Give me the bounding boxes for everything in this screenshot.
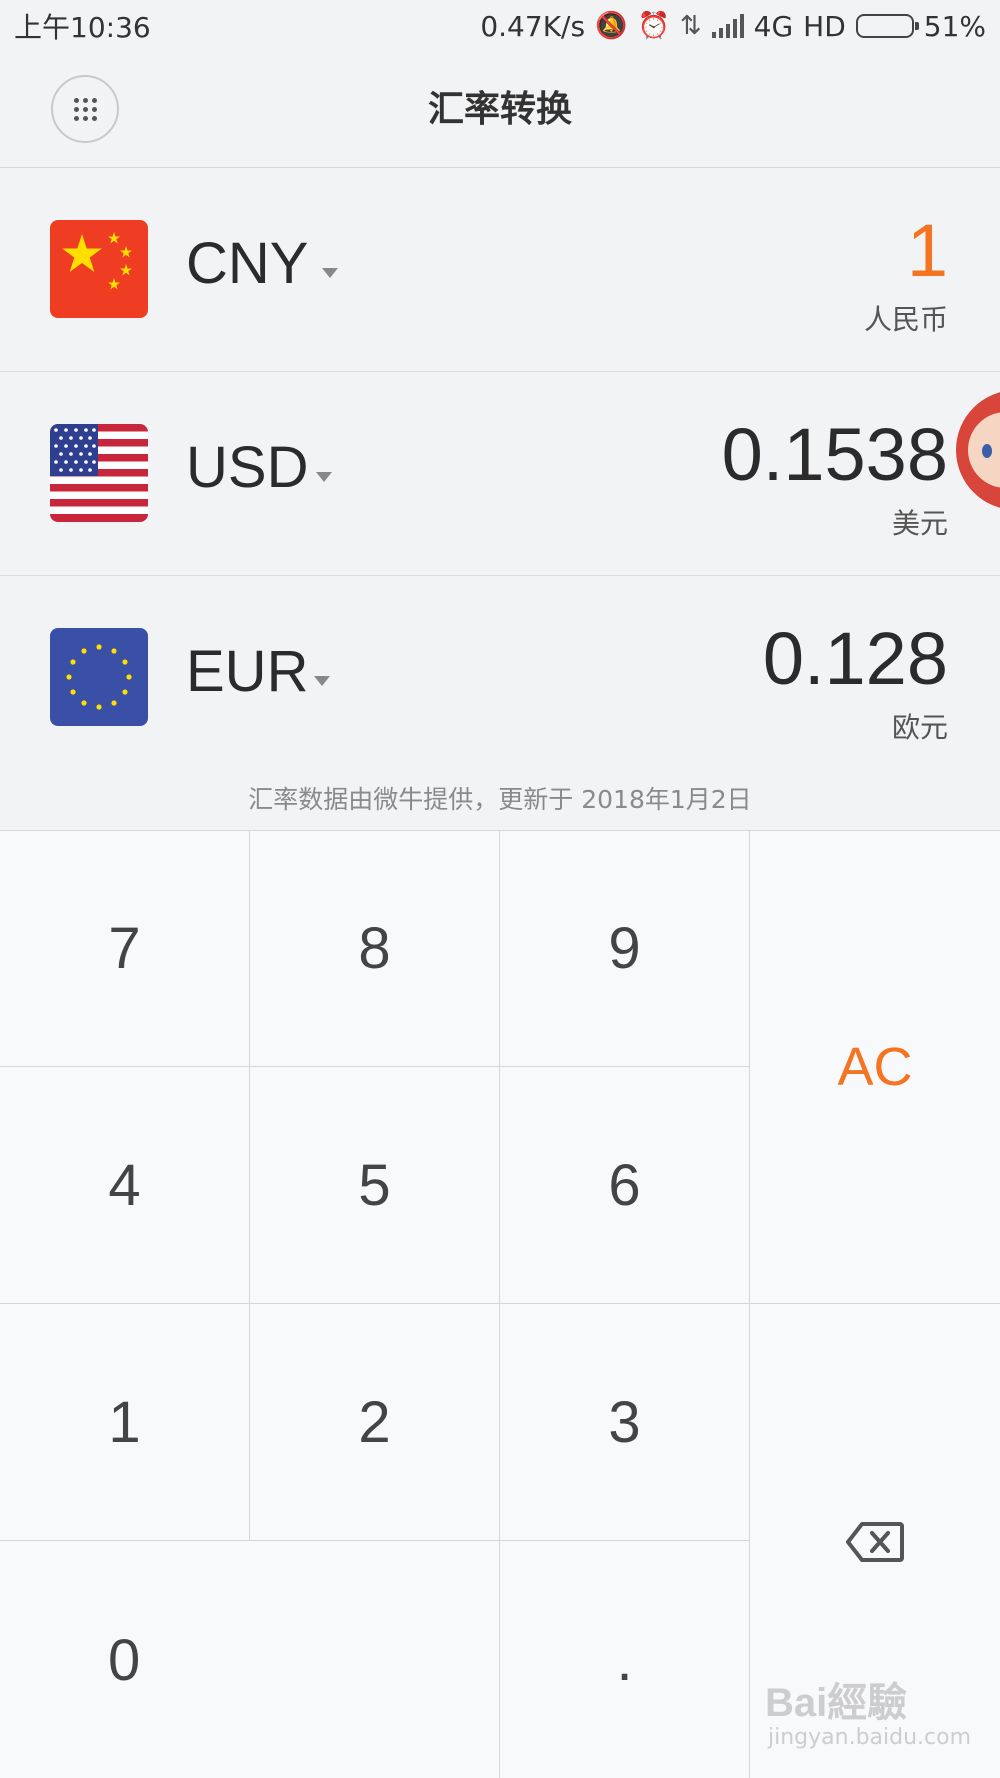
key-5[interactable]: 5 [250,1067,500,1304]
network-type: 4G [753,9,794,43]
key-8[interactable]: 8 [250,831,500,1067]
key-decimal-point[interactable]: . [500,1541,750,1778]
chevron-down-icon[interactable] [322,268,338,278]
key-0[interactable]: 0 [0,1541,500,1778]
rate-source-note: 汇率数据由微牛提供，更新于 2018年1月2日 [248,785,752,814]
china-flag-icon [50,220,148,318]
currency-amount[interactable]: 0.1538 [722,412,948,497]
currency-amount[interactable]: 1 [907,208,948,293]
signal-icon [711,14,744,38]
battery-percent: 51% [923,9,986,43]
currency-row-eur[interactable]: EUR 0.128 欧元 [0,576,1000,780]
currency-row-usd[interactable]: USD 0.1538 美元 [0,372,1000,576]
hd-indicator: HD [803,9,846,43]
currency-name: 美元 [891,507,948,540]
chevron-down-icon[interactable] [316,472,332,482]
currency-code[interactable]: USD [186,434,308,501]
grid-dots-icon [73,97,97,121]
status-bar: 上午10:36 0.47K/s 🔕 ⏰ ⇅ 4G HD 51% [0,0,1000,52]
baidu-watermark: Bai經驗 [765,1681,908,1725]
key-3[interactable]: 3 [500,1304,750,1541]
watermark-url: jingyan.baidu.com [768,1725,972,1750]
currency-row-cny[interactable]: CNY 1 人民币 [0,168,1000,372]
currency-name: 人民币 [863,303,948,336]
net-speed: 0.47K/s [480,9,586,43]
data-transfer-icon: ⇅ [679,11,702,41]
app-header: 汇率转换 [0,52,1000,168]
key-6[interactable]: 6 [500,1067,750,1304]
currency-amount[interactable]: 0.128 [763,616,948,701]
clear-all-button[interactable]: AC [750,831,1000,1304]
chevron-down-icon[interactable] [314,676,330,686]
page-title: 汇率转换 [427,89,572,130]
usa-flag-icon [50,424,148,522]
backspace-icon [846,1521,904,1563]
key-9[interactable]: 9 [500,831,750,1067]
key-7[interactable]: 7 [0,831,250,1067]
status-right: 0.47K/s 🔕 ⏰ ⇅ 4G HD 51% [480,10,986,43]
battery-icon [855,14,919,38]
eu-flag-icon [50,628,148,726]
key-1[interactable]: 1 [0,1304,250,1541]
currency-code[interactable]: EUR [186,638,308,705]
alarm-icon: ⏰ [637,11,670,41]
number-keypad: 7 8 9 4 5 6 1 2 3 0 . AC [0,830,1000,1778]
apps-menu-button[interactable] [51,75,119,143]
currency-code[interactable]: CNY [186,230,308,297]
status-time: 上午10:36 [14,11,151,44]
mute-bell-icon: 🔕 [595,11,628,41]
currency-name: 欧元 [891,711,948,744]
key-2[interactable]: 2 [250,1304,500,1541]
key-4[interactable]: 4 [0,1067,250,1304]
